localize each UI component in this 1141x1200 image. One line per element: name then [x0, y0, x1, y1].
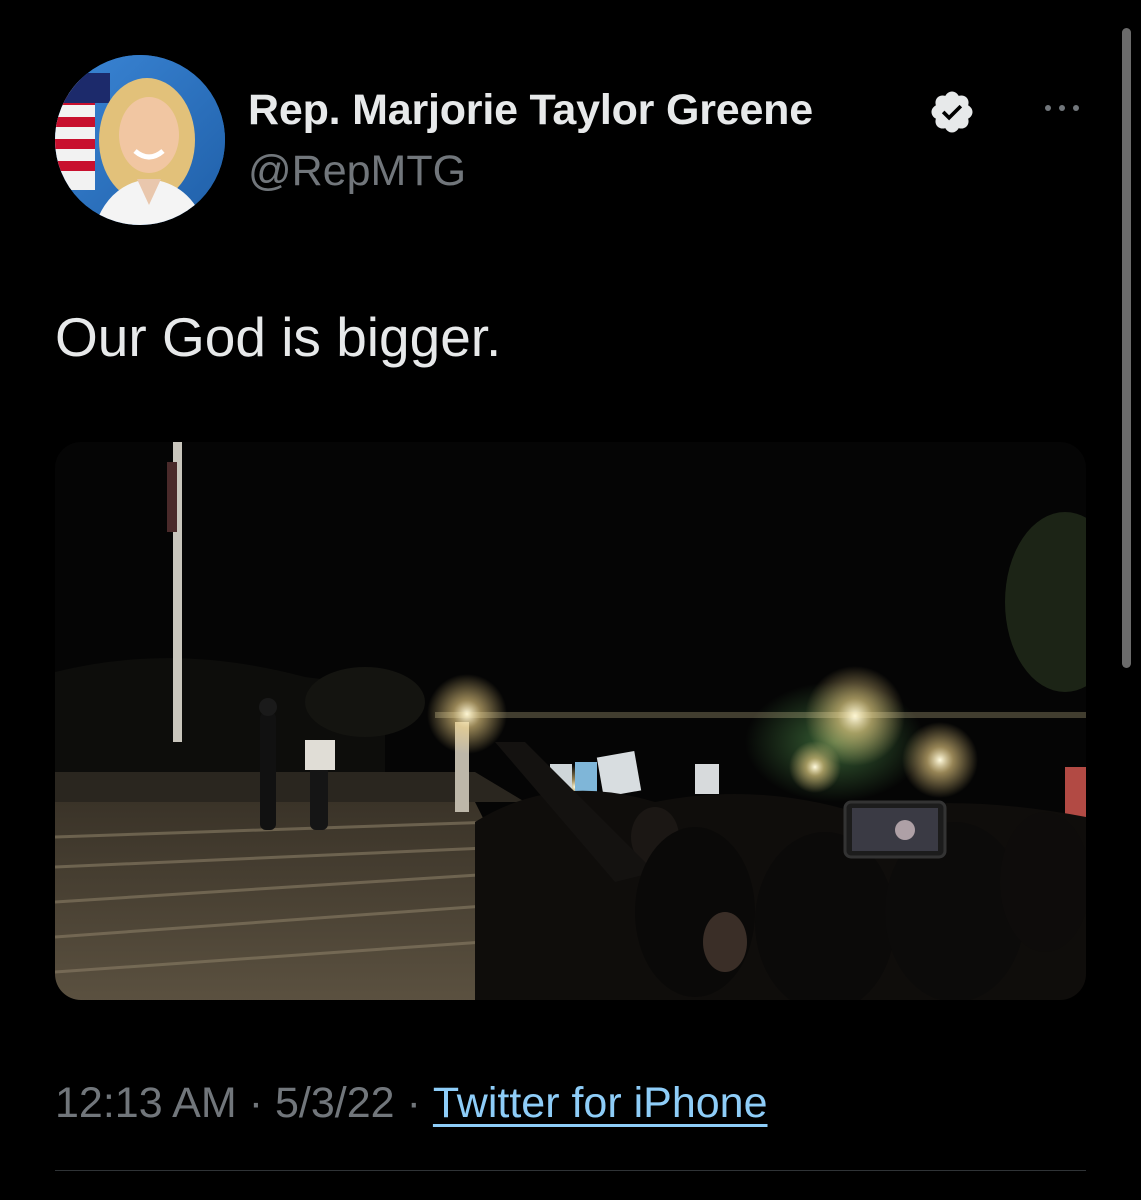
tweet-video[interactable] — [55, 442, 1086, 1000]
meta-separator: · — [406, 1079, 421, 1127]
tweet-metadata: 12:13 AM · 5/3/22 · Twitter for iPhone — [55, 1079, 768, 1128]
tweet-date[interactable]: 5/3/22 — [275, 1079, 395, 1127]
tweet-text: Our God is bigger. — [55, 306, 502, 368]
avatar[interactable] — [55, 55, 225, 225]
meta-separator: · — [248, 1079, 264, 1127]
verified-badge-icon — [931, 91, 973, 133]
divider — [55, 1170, 1086, 1171]
scrollbar[interactable] — [1122, 28, 1131, 668]
author-handle[interactable]: @RepMTG — [248, 147, 466, 196]
tweet-source-link[interactable]: Twitter for iPhone — [433, 1079, 768, 1127]
tweet-time[interactable]: 12:13 AM — [55, 1079, 237, 1127]
more-options-icon[interactable] — [1040, 96, 1084, 120]
author-display-name[interactable]: Rep. Marjorie Taylor Greene — [248, 86, 813, 135]
